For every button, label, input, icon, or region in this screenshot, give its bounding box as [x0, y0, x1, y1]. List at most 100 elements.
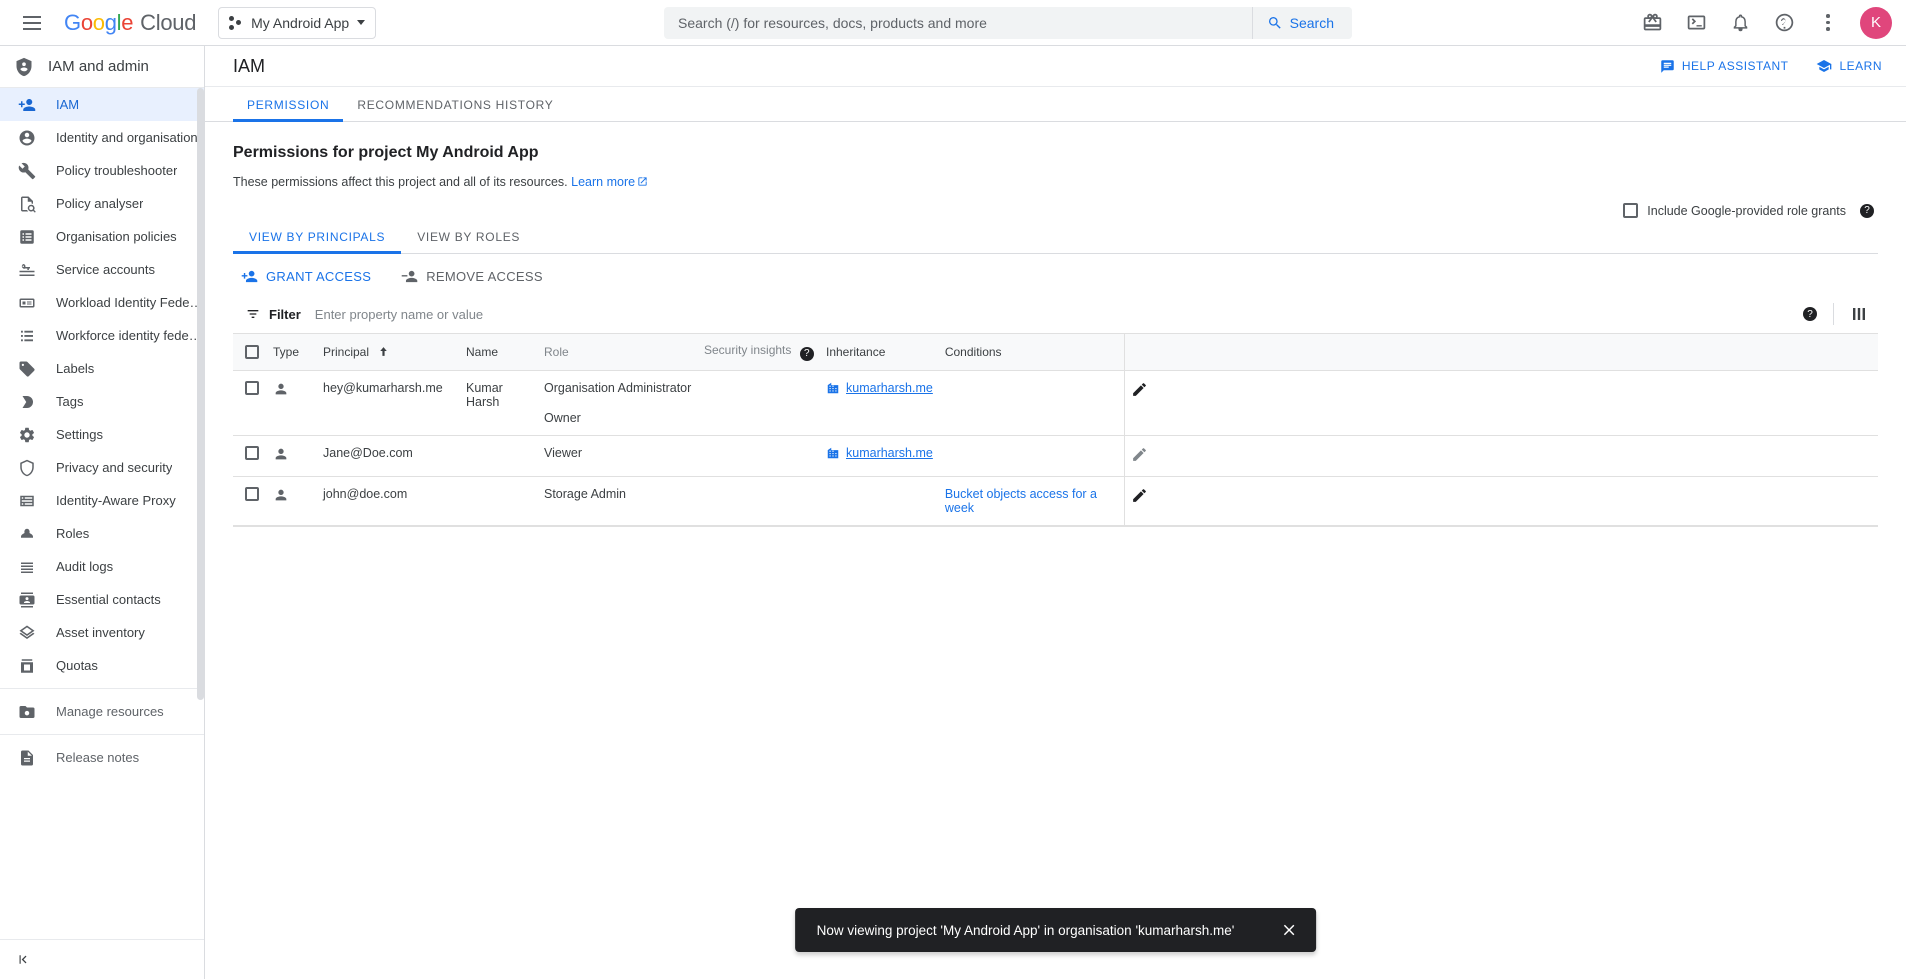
table-row[interactable]: hey@kumarharsh.me Kumar Harsh Organisati… — [233, 370, 1878, 435]
sidebar-scrollbar[interactable] — [197, 88, 204, 700]
table-help-icon[interactable]: ? — [1803, 307, 1817, 321]
sidebar-item-settings[interactable]: Settings — [0, 418, 204, 451]
sidebar-item-manage-resources[interactable]: Manage resources — [0, 695, 204, 728]
search-button[interactable]: Search — [1252, 7, 1352, 39]
sidebar-item-privacy-and-security[interactable]: Privacy and security — [0, 451, 204, 484]
filter-input[interactable] — [313, 306, 1786, 323]
subtab-view-by-principals[interactable]: VIEW BY PRINCIPALS — [233, 230, 401, 253]
collapse-sidebar-button[interactable] — [0, 939, 204, 979]
google-cloud-logo[interactable]: Google Cloud — [64, 10, 196, 36]
row-type-cell — [267, 370, 317, 435]
learn-more-link[interactable]: Learn more — [571, 175, 648, 189]
column-header-actions — [1125, 334, 1185, 370]
subtab-label: VIEW BY PRINCIPALS — [249, 230, 385, 244]
sidebar-divider — [0, 734, 204, 735]
row-role: Viewer — [538, 435, 698, 476]
help-assistant-button[interactable]: HELP ASSISTANT — [1660, 59, 1789, 74]
more-options-icon[interactable] — [1808, 3, 1848, 43]
chevron-down-icon — [357, 20, 365, 25]
column-header-type[interactable]: Type — [267, 334, 317, 370]
column-header-name[interactable]: Name — [460, 334, 538, 370]
condition-link[interactable]: Bucket objects access for a week — [945, 487, 1097, 515]
column-display-icon[interactable] — [1850, 305, 1868, 323]
sidebar-item-policy-troubleshooter[interactable]: Policy troubleshooter — [0, 154, 204, 187]
iam-shield-icon — [14, 57, 34, 77]
sidebar-item-tags[interactable]: Tags — [0, 385, 204, 418]
column-header-security-insights[interactable]: Security insights ? — [698, 334, 820, 370]
contacts-icon — [18, 591, 36, 609]
audit-logs-icon — [18, 558, 36, 576]
person-icon — [273, 446, 289, 462]
row-select-cell — [233, 370, 267, 435]
sidebar-item-iam[interactable]: IAM — [0, 88, 204, 121]
edit-icon[interactable] — [1131, 446, 1148, 463]
grant-access-button[interactable]: GRANT ACCESS — [241, 268, 371, 285]
graduation-cap-icon — [1816, 58, 1832, 74]
row-checkbox[interactable] — [245, 381, 259, 395]
search-input[interactable] — [664, 7, 1252, 39]
edit-icon[interactable] — [1131, 487, 1148, 504]
learn-button[interactable]: LEARN — [1816, 58, 1882, 74]
row-checkbox[interactable] — [245, 446, 259, 460]
search-icon — [1267, 15, 1283, 31]
sidebar-item-identity-aware-proxy[interactable]: Identity-Aware Proxy — [0, 484, 204, 517]
sidebar-item-organisation-policies[interactable]: Organisation policies — [0, 220, 204, 253]
include-google-grants-checkbox[interactable] — [1623, 203, 1638, 218]
sidebar-item-service-accounts[interactable]: Service accounts — [0, 253, 204, 286]
subtab-view-by-roles[interactable]: VIEW BY ROLES — [401, 230, 536, 253]
inheritance-link[interactable]: kumarharsh.me — [826, 446, 933, 460]
sidebar-item-policy-analyser[interactable]: Policy analyser — [0, 187, 204, 220]
row-role: Organisation Administrator — [544, 381, 692, 395]
remove-access-label: REMOVE ACCESS — [426, 269, 543, 284]
search-bar[interactable]: Search — [664, 7, 1352, 39]
row-checkbox[interactable] — [245, 487, 259, 501]
menu-icon[interactable] — [10, 1, 54, 45]
sidebar-item-essential-contacts[interactable]: Essential contacts — [0, 583, 204, 616]
sidebar-item-quotas[interactable]: Quotas — [0, 649, 204, 682]
table-row[interactable]: john@doe.com Storage Admin Bucket object… — [233, 476, 1878, 525]
column-header-conditions[interactable]: Conditions — [939, 334, 1125, 370]
include-google-grants-help-icon[interactable]: ? — [1860, 204, 1874, 218]
row-conditions — [939, 435, 1125, 476]
column-header-role[interactable]: Role — [538, 334, 698, 370]
column-header-inheritance[interactable]: Inheritance — [820, 334, 939, 370]
avatar[interactable]: K — [1860, 7, 1892, 39]
filter-label[interactable]: Filter — [245, 306, 301, 322]
sidebar-item-workload-identity-federation[interactable]: Workload Identity Federat… — [0, 286, 204, 319]
sidebar-item-audit-logs[interactable]: Audit logs — [0, 550, 204, 583]
tab-permission[interactable]: PERMISSION — [233, 98, 343, 121]
sidebar-item-label: Workload Identity Federat… — [56, 295, 204, 310]
help-icon[interactable] — [1764, 3, 1804, 43]
include-google-grants-row: Include Google-provided role grants ? — [233, 203, 1874, 218]
notifications-icon[interactable] — [1720, 3, 1760, 43]
row-security-insights — [698, 370, 820, 435]
sidebar-item-release-notes[interactable]: Release notes — [0, 741, 204, 774]
filter-row: Filter ? — [233, 295, 1878, 334]
sidebar-item-identity-and-organisation[interactable]: Identity and organisation — [0, 121, 204, 154]
table-row[interactable]: Jane@Doe.com Viewer kumarharsh.me — [233, 435, 1878, 476]
gift-icon[interactable] — [1632, 3, 1672, 43]
chat-icon — [1660, 59, 1675, 74]
project-icon — [229, 16, 243, 30]
column-header-principal[interactable]: Principal — [317, 334, 460, 370]
sidebar-item-roles[interactable]: Roles — [0, 517, 204, 550]
security-insights-help-icon[interactable]: ? — [800, 347, 814, 361]
sidebar-item-label: Workforce identity federat… — [56, 328, 204, 343]
row-type-cell — [267, 435, 317, 476]
close-icon[interactable] — [1280, 921, 1298, 939]
edit-icon[interactable] — [1131, 381, 1148, 398]
permissions-heading: Permissions for project My Android App — [233, 144, 1878, 162]
include-google-grants-label: Include Google-provided role grants — [1647, 204, 1846, 218]
inheritance-link[interactable]: kumarharsh.me — [826, 381, 933, 395]
sidebar-item-labels[interactable]: Labels — [0, 352, 204, 385]
project-selector[interactable]: My Android App — [218, 7, 376, 39]
cloud-shell-icon[interactable] — [1676, 3, 1716, 43]
select-all-checkbox[interactable] — [245, 345, 259, 359]
sidebar-item-asset-inventory[interactable]: Asset inventory — [0, 616, 204, 649]
toast-notification: Now viewing project 'My Android App' in … — [795, 908, 1317, 952]
remove-access-button[interactable]: REMOVE ACCESS — [401, 268, 543, 285]
sidebar-item-workforce-identity-federation[interactable]: Workforce identity federat… — [0, 319, 204, 352]
tab-recommendations-history[interactable]: RECOMMENDATIONS HISTORY — [343, 98, 567, 121]
page-title: IAM — [233, 56, 265, 77]
external-link-icon — [637, 176, 648, 187]
